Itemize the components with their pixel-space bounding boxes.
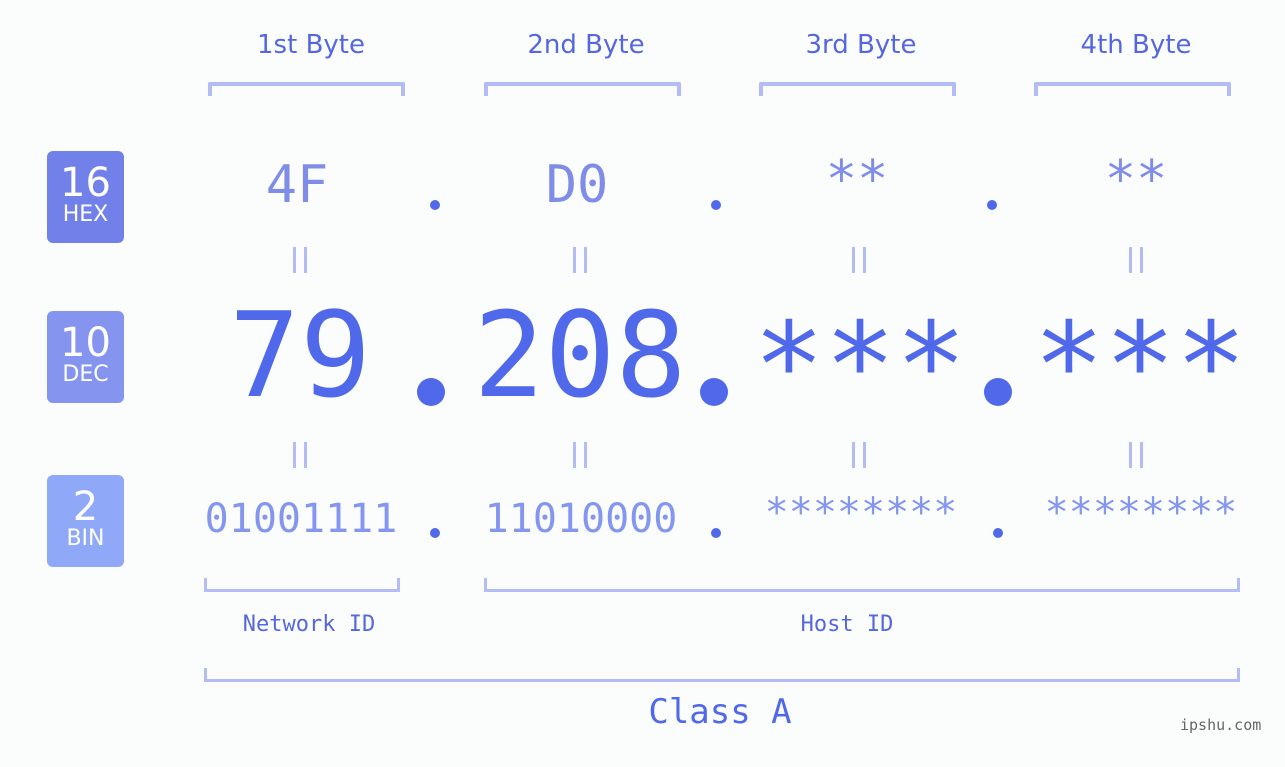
dec-base-label: DEC xyxy=(62,362,109,387)
class-bracket xyxy=(204,668,1240,682)
network-id-bracket xyxy=(204,578,400,592)
equals-icon xyxy=(293,442,307,468)
host-id-bracket xyxy=(484,578,1240,592)
dec-byte-1: 79 xyxy=(228,286,372,424)
hex-separator-dot-3 xyxy=(987,200,997,210)
dec-badge: 10 DEC xyxy=(47,311,124,403)
watermark: ipshu.com xyxy=(1180,716,1262,734)
host-id-label: Host ID xyxy=(800,612,894,637)
hex-separator-dot-1 xyxy=(430,200,440,210)
class-label: Class A xyxy=(648,692,792,732)
dec-separator-dot-2 xyxy=(700,378,728,406)
hex-badge: 16 HEX xyxy=(47,151,124,243)
bin-badge: 2 BIN xyxy=(47,475,124,567)
dec-byte-3: *** xyxy=(753,296,967,434)
bin-byte-3: ******** xyxy=(764,490,958,536)
bin-byte-2: 11010000 xyxy=(484,496,678,542)
equals-icon xyxy=(293,247,307,273)
bin-separator-dot-2 xyxy=(711,528,721,538)
hex-base-label: HEX xyxy=(62,202,109,227)
equals-icon xyxy=(573,247,587,273)
byte-bracket-4 xyxy=(1034,82,1231,96)
dec-separator-dot-1 xyxy=(417,378,445,406)
byte-header-4: 4th Byte xyxy=(1080,30,1192,60)
hex-base-number: 16 xyxy=(60,160,111,206)
bin-base-label: BIN xyxy=(66,526,105,551)
equals-icon xyxy=(573,442,587,468)
byte-bracket-2 xyxy=(484,82,681,96)
bin-byte-4: ******** xyxy=(1044,490,1238,536)
hex-byte-1: 4F xyxy=(265,155,329,215)
byte-header-2: 2nd Byte xyxy=(527,30,645,60)
equals-icon xyxy=(1129,442,1143,468)
byte-bracket-3 xyxy=(759,82,956,96)
hex-byte-3: ** xyxy=(825,150,889,210)
equals-icon xyxy=(852,247,866,273)
bin-byte-1: 01001111 xyxy=(204,496,398,542)
dec-byte-4: *** xyxy=(1033,296,1247,434)
bin-base-number: 2 xyxy=(72,484,99,530)
bin-separator-dot-3 xyxy=(993,528,1003,538)
bin-separator-dot-1 xyxy=(430,528,440,538)
dec-base-number: 10 xyxy=(60,320,111,366)
dec-byte-2: 208 xyxy=(473,286,687,424)
byte-bracket-1 xyxy=(208,82,405,96)
hex-byte-4: ** xyxy=(1104,150,1168,210)
hex-byte-2: D0 xyxy=(545,155,609,215)
network-id-label: Network ID xyxy=(242,612,376,637)
equals-icon xyxy=(852,442,866,468)
dec-separator-dot-3 xyxy=(984,378,1012,406)
byte-header-3: 3rd Byte xyxy=(805,30,917,60)
byte-header-1: 1st Byte xyxy=(257,30,365,60)
hex-separator-dot-2 xyxy=(711,200,721,210)
equals-icon xyxy=(1129,247,1143,273)
